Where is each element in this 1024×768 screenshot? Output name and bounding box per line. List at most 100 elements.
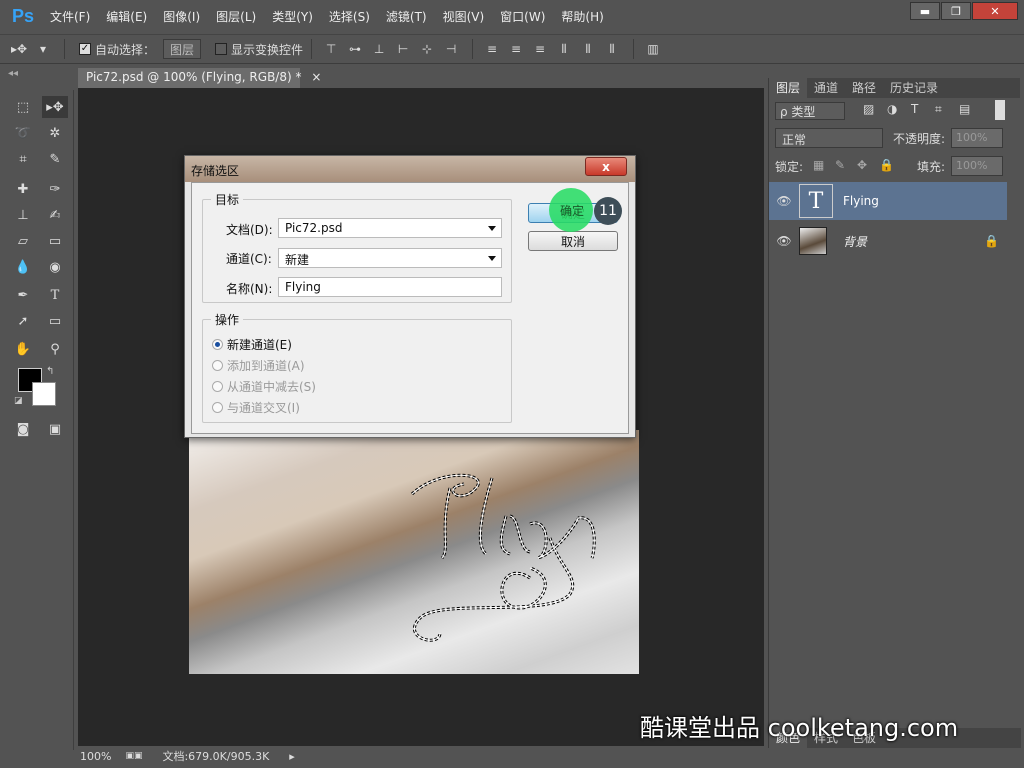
menu-file[interactable]: 文件(F) bbox=[50, 8, 90, 25]
minimize-button[interactable]: ▬ bbox=[910, 2, 940, 20]
filter-shape-icon[interactable]: ⌗ bbox=[935, 102, 942, 117]
auto-select-dropdown[interactable]: 图层 bbox=[163, 39, 202, 59]
zoom-level[interactable]: 100% bbox=[80, 750, 111, 763]
eye-icon[interactable]: 👁 bbox=[769, 234, 799, 248]
crop-tool-icon[interactable]: ⌗ bbox=[10, 148, 36, 170]
auto-align-icon[interactable]: ▥ bbox=[642, 39, 664, 59]
background-layer-thumbnail bbox=[799, 227, 827, 255]
filter-image-icon[interactable]: ▨ bbox=[863, 102, 874, 116]
dodge-tool-icon[interactable]: ◉ bbox=[42, 256, 68, 278]
lock-all-icon[interactable]: 🔒 bbox=[879, 158, 894, 172]
show-transform-checkbox[interactable] bbox=[215, 43, 228, 55]
clone-stamp-tool-icon[interactable]: ⊥ bbox=[10, 204, 36, 226]
radio-intersect-label: 与通道交叉(I) bbox=[227, 401, 300, 415]
align-bottom-icon[interactable]: ⊥ bbox=[368, 39, 390, 59]
screen-mode-icon[interactable]: ▣ bbox=[42, 418, 68, 440]
align-top-icon[interactable]: ⊤ bbox=[320, 39, 342, 59]
menu-image[interactable]: 图像(I) bbox=[163, 8, 200, 25]
distribute-right-icon[interactable]: ⦀ bbox=[601, 39, 623, 59]
radio-subtract-from-channel[interactable]: 从通道中减去(S) bbox=[212, 378, 316, 395]
opacity-field[interactable]: 100% bbox=[951, 128, 1003, 148]
align-left-icon[interactable]: ⊢ bbox=[392, 39, 414, 59]
layer-name[interactable]: Flying bbox=[843, 194, 879, 208]
doc-value: Pic72.psd bbox=[285, 221, 343, 235]
menu-view[interactable]: 视图(V) bbox=[443, 8, 485, 25]
collapse-tools-icon[interactable]: ◂◂ bbox=[8, 68, 18, 79]
hand-tool-icon[interactable]: ✋ bbox=[10, 338, 36, 360]
doc-dropdown[interactable]: Pic72.psd bbox=[278, 218, 502, 238]
tab-channels[interactable]: 通道 bbox=[807, 78, 845, 98]
filter-type-dropdown[interactable]: ρ 类型 bbox=[775, 102, 845, 120]
history-brush-tool-icon[interactable]: ✍ bbox=[42, 204, 68, 226]
radio-new-channel[interactable]: 新建通道(E) bbox=[212, 336, 292, 353]
filter-smart-object-icon[interactable]: ▤ bbox=[959, 102, 970, 116]
menu-select[interactable]: 选择(S) bbox=[329, 8, 370, 25]
align-vcenter-icon[interactable]: ⊶ bbox=[344, 39, 366, 59]
name-field[interactable]: Flying bbox=[278, 277, 502, 297]
cancel-button[interactable]: 取消 bbox=[528, 231, 618, 251]
lock-transparent-icon[interactable]: ▦ bbox=[813, 158, 824, 172]
eye-icon[interactable]: 👁 bbox=[769, 194, 799, 208]
radio-checked-icon bbox=[212, 339, 223, 350]
align-right-icon[interactable]: ⊣ bbox=[440, 39, 462, 59]
close-window-button[interactable]: ✕ bbox=[972, 2, 1018, 20]
menu-layer[interactable]: 图层(L) bbox=[216, 8, 256, 25]
filter-type-icon[interactable]: T bbox=[911, 102, 918, 116]
distribute-hcenter-icon[interactable]: ⦀ bbox=[577, 39, 599, 59]
tool-preset-chevron-icon[interactable]: ▾ bbox=[32, 39, 54, 59]
menu-window[interactable]: 窗口(W) bbox=[500, 8, 545, 25]
distribute-left-icon[interactable]: ⦀ bbox=[553, 39, 575, 59]
layer-name[interactable]: 背景 bbox=[843, 233, 867, 250]
tab-paths[interactable]: 路径 bbox=[845, 78, 883, 98]
default-colors-icon[interactable]: ◪ bbox=[14, 396, 23, 406]
move-tool-icon[interactable]: ▸✥ bbox=[8, 39, 30, 59]
zoom-tool-icon[interactable]: ⚲ bbox=[42, 338, 68, 360]
rectangle-tool-icon[interactable]: ▭ bbox=[42, 310, 68, 332]
type-tool-icon[interactable]: T bbox=[42, 284, 68, 306]
menu-edit[interactable]: 编辑(E) bbox=[106, 8, 147, 25]
magic-wand-tool-icon[interactable]: ✲ bbox=[42, 122, 68, 144]
distribute-bottom-icon[interactable]: ≡ bbox=[529, 39, 551, 59]
tab-history[interactable]: 历史记录 bbox=[883, 78, 945, 98]
layer-row[interactable]: 👁 T Flying bbox=[769, 182, 1007, 220]
menu-type[interactable]: 类型(Y) bbox=[272, 8, 313, 25]
document-tab-close-icon[interactable]: × bbox=[311, 70, 321, 84]
dialog-close-icon[interactable]: x bbox=[585, 157, 627, 176]
align-hcenter-icon[interactable]: ⊹ bbox=[416, 39, 438, 59]
distribute-vcenter-icon[interactable]: ≡ bbox=[505, 39, 527, 59]
lock-position-icon[interactable]: ✥ bbox=[857, 158, 867, 172]
pen-tool-icon[interactable]: ✒ bbox=[10, 284, 36, 306]
lock-pixels-icon[interactable]: ✎ bbox=[835, 158, 845, 172]
tab-layers[interactable]: 图层 bbox=[769, 78, 808, 98]
auto-select-checkbox[interactable]: ✓ bbox=[79, 43, 91, 55]
quick-mask-icon[interactable]: ◙ bbox=[10, 418, 36, 440]
move-tool-icon[interactable]: ▸✥ bbox=[42, 96, 68, 118]
brush-tool-icon[interactable]: ✑ bbox=[42, 178, 68, 200]
document-tab[interactable]: Pic72.psd @ 100% (Flying, RGB/8) * × bbox=[78, 68, 321, 88]
healing-brush-tool-icon[interactable]: ✚ bbox=[10, 178, 36, 200]
eyedropper-tool-icon[interactable]: ✎ bbox=[42, 148, 68, 170]
lasso-tool-icon[interactable]: ➰ bbox=[10, 122, 36, 144]
fill-field[interactable]: 100% bbox=[951, 156, 1003, 176]
menu-help[interactable]: 帮助(H) bbox=[561, 8, 603, 25]
radio-add-label: 添加到通道(A) bbox=[227, 359, 305, 373]
channel-dropdown[interactable]: 新建 bbox=[278, 248, 502, 268]
maximize-button[interactable]: ❐ bbox=[941, 2, 971, 20]
background-color-swatch[interactable] bbox=[32, 382, 56, 406]
filter-toggle-icon[interactable] bbox=[995, 100, 1005, 120]
eraser-tool-icon[interactable]: ▱ bbox=[10, 230, 36, 252]
swap-colors-icon[interactable]: ↰ bbox=[46, 366, 54, 377]
path-selection-tool-icon[interactable]: ➚ bbox=[10, 310, 36, 332]
radio-intersect-channel[interactable]: 与通道交叉(I) bbox=[212, 399, 300, 416]
marquee-tool-icon[interactable]: ⬚ bbox=[10, 96, 36, 118]
blend-mode-dropdown[interactable]: 正常 bbox=[775, 128, 883, 148]
blur-tool-icon[interactable]: 💧 bbox=[10, 256, 36, 278]
radio-icon bbox=[212, 360, 223, 371]
status-menu-arrow-icon[interactable]: ▸ bbox=[289, 750, 295, 763]
menu-filter[interactable]: 滤镜(T) bbox=[386, 8, 427, 25]
filter-adjustment-icon[interactable]: ◑ bbox=[887, 102, 897, 116]
distribute-top-icon[interactable]: ≡ bbox=[481, 39, 503, 59]
radio-add-to-channel[interactable]: 添加到通道(A) bbox=[212, 357, 305, 374]
layer-row[interactable]: 👁 背景 🔒 bbox=[769, 222, 1007, 260]
gradient-tool-icon[interactable]: ▭ bbox=[42, 230, 68, 252]
